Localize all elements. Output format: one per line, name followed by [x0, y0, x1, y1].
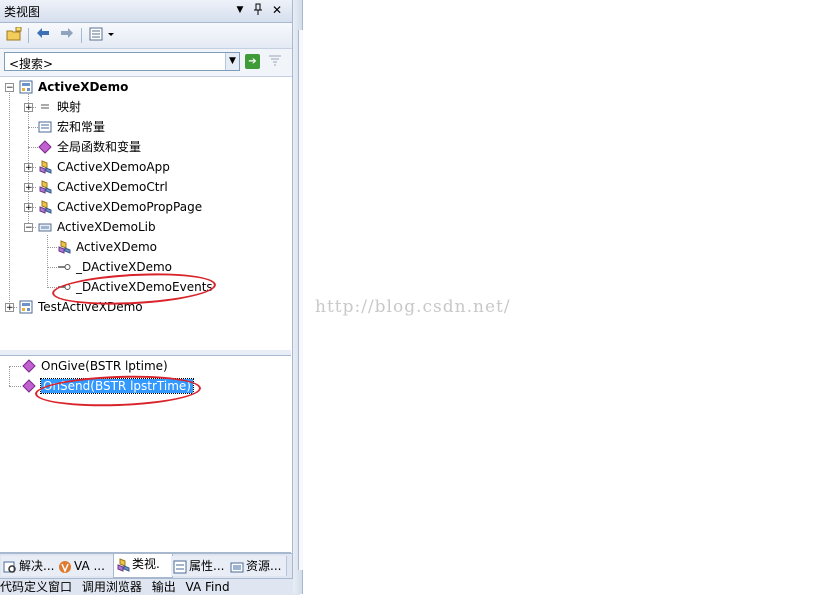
tree-node-project[interactable]: ActiveXDemo [19, 78, 128, 96]
interface-icon [57, 260, 71, 274]
tab-properties[interactable]: 属性... [171, 556, 230, 576]
tree-node-label: 宏和常量 [57, 120, 106, 134]
collapse-icon[interactable]: − [24, 223, 33, 233]
tree-node-class-proppage[interactable]: CActiveXDemoPropPage [38, 198, 202, 216]
tab-label: 类视. [132, 557, 160, 571]
tree-node-label: _DActiveXDemo [76, 260, 173, 274]
tree-node-label: 映射 [57, 100, 82, 114]
expand-icon[interactable]: + [24, 183, 33, 193]
member-label: OnGive(BSTR lptime) [41, 359, 168, 373]
panel-tab-strip: 解决... VA ... 类视. 属性... 资源... [0, 553, 292, 578]
window-position-dropdown-icon[interactable]: ▼ [233, 3, 247, 18]
expand-icon[interactable]: + [24, 103, 33, 113]
tree-node-label: TestActiveXDemo [38, 300, 143, 314]
library-icon [38, 220, 52, 234]
class-icon [38, 159, 52, 174]
method-icon [22, 378, 36, 393]
back-arrow-icon[interactable] [34, 27, 52, 44]
tab-label: VA ... [74, 559, 105, 573]
members-list: OnGive(BSTR lptime) OnSend(BSTR lpstrTim… [0, 356, 291, 553]
forward-arrow-icon[interactable] [58, 27, 76, 44]
tab-label: 属性... [189, 559, 225, 573]
class-view-toolbar [0, 23, 292, 49]
tab-class-view[interactable]: 类视. [113, 554, 173, 578]
go-arrow-icon[interactable]: ➔ [245, 54, 260, 69]
class-view-settings-icon[interactable] [88, 27, 118, 44]
tree-node-label: CActiveXDemoPropPage [57, 200, 203, 214]
new-folder-icon[interactable] [5, 26, 23, 44]
tree-node-label: ActiveXDemo [38, 80, 129, 94]
class-tree: − ActiveXDemo + 映射 宏和常量 全局函数和变量 + CActiv… [0, 77, 291, 351]
panel-title: 类视图 [4, 5, 41, 19]
bottom-window-tabs: 代码定义窗口 调用浏览器 输出 VA Find [0, 578, 300, 595]
search-input[interactable]: <搜索> [9, 55, 53, 72]
member-label: OnSend(BSTR lpstrTime) [40, 378, 194, 394]
method-icon [22, 358, 36, 373]
resource-icon [230, 560, 244, 574]
tree-node-class-app[interactable]: CActiveXDemoApp [38, 158, 170, 176]
tree-node-events-interface[interactable]: _DActiveXDemoEvents [57, 278, 213, 296]
class-icon [38, 199, 52, 214]
tree-node-globals[interactable]: 全局函数和变量 [38, 138, 141, 156]
close-icon[interactable]: ✕ [270, 3, 284, 18]
tab-va-find[interactable]: VA Find [186, 580, 230, 594]
macro-icon [38, 120, 52, 134]
auto-hide-pin-icon[interactable] [251, 3, 265, 18]
clear-search-icon[interactable] [267, 54, 283, 69]
tree-node-test-project[interactable]: TestActiveXDemo [19, 298, 143, 316]
class-view-panel: 类视图 ▼ ✕ <搜索> ▼ ➔ − ActiveXDemo + 映射 宏和常量… [0, 0, 300, 595]
search-combobox[interactable]: <搜索> ▼ [4, 52, 240, 71]
tree-node-label: 全局函数和变量 [57, 140, 142, 154]
tab-solution-explorer[interactable]: 解决... [1, 556, 58, 576]
tree-node-library[interactable]: ActiveXDemoLib [38, 218, 156, 236]
collapse-icon[interactable]: − [5, 83, 14, 93]
tree-node-maps[interactable]: 映射 [38, 98, 81, 116]
class-icon [38, 179, 52, 194]
va-icon [58, 560, 72, 574]
panel-titlebar: 类视图 ▼ ✕ [0, 0, 292, 23]
tab-va-outline[interactable]: VA ... [56, 556, 115, 576]
project-icon [19, 80, 33, 94]
tree-node-label: CActiveXDemoApp [57, 160, 170, 174]
chevron-down-icon[interactable]: ▼ [225, 53, 239, 70]
tree-node-dispinterface[interactable]: _DActiveXDemo [57, 258, 172, 276]
global-function-icon [38, 139, 52, 154]
map-icon [38, 100, 52, 114]
class-view-icon [116, 557, 130, 572]
tree-node-coclass[interactable]: ActiveXDemo [57, 238, 157, 256]
tree-node-class-ctrl[interactable]: CActiveXDemoCtrl [38, 178, 168, 196]
interface-icon [57, 280, 71, 294]
tree-node-macros[interactable]: 宏和常量 [38, 118, 105, 136]
tab-code-definition[interactable]: 代码定义窗口 [0, 580, 72, 594]
tab-label: 解决... [19, 559, 55, 573]
tab-call-browser[interactable]: 调用浏览器 [82, 580, 142, 594]
search-row: <搜索> ▼ ➔ [0, 49, 292, 77]
tab-output[interactable]: 输出 [152, 580, 176, 594]
tab-resource-view[interactable]: 资源... [228, 556, 287, 576]
tree-node-label: ActiveXDemoLib [57, 220, 156, 234]
tree-node-label: _DActiveXDemoEvents [76, 280, 213, 294]
tree-node-label: CActiveXDemoCtrl [57, 180, 168, 194]
member-item-ongive[interactable]: OnGive(BSTR lptime) [22, 357, 168, 375]
expand-icon[interactable]: + [24, 203, 33, 213]
editor-pane-edge [293, 0, 303, 594]
project-icon [19, 300, 33, 314]
coclass-icon [57, 239, 71, 254]
tab-label: 资源... [246, 559, 282, 573]
expand-icon[interactable]: + [24, 163, 33, 173]
watermark: http://blog.csdn.net/ [315, 297, 511, 317]
expand-icon[interactable]: + [5, 303, 14, 313]
properties-icon [173, 560, 187, 574]
solution-icon [3, 560, 17, 574]
member-item-onsend[interactable]: OnSend(BSTR lpstrTime) [22, 377, 194, 395]
tree-node-label: ActiveXDemo [76, 240, 157, 254]
